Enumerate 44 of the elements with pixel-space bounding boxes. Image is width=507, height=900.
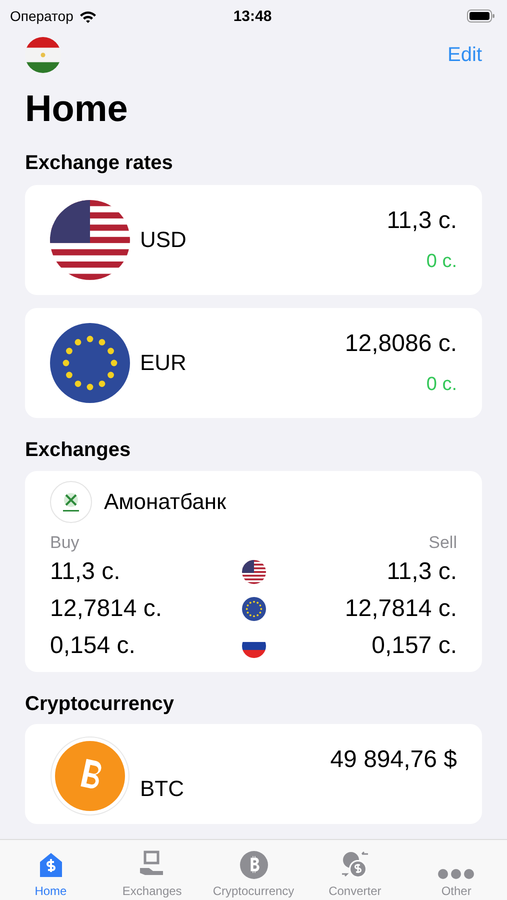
crypto-price: 49 894,76 $	[330, 746, 457, 774]
wifi-icon	[79, 10, 98, 22]
bank-card[interactable]: Амонатбанк Buy Sell 11,3 с. 11,3 с. 12,7814 с. 12,7814 с. 0,154 с. 0,157 с.	[25, 471, 482, 672]
section-title: Cryptocurrency	[25, 692, 175, 716]
rate-change: 0 с.	[426, 251, 457, 273]
crypto-card[interactable]: BTC 49 894,76 $	[25, 724, 482, 824]
buy-rate: 0,154 с.	[50, 632, 136, 660]
tab-item[interactable]: Cryptocurrency	[202, 840, 304, 900]
coin-exchange-icon	[340, 850, 370, 880]
buy-rate: 11,3 с.	[50, 558, 122, 586]
sell-rate: 12,7814 с.	[344, 594, 457, 622]
more-icon	[437, 868, 476, 880]
section-title: Exchange rates	[25, 151, 174, 175]
currency-code: EUR	[140, 350, 186, 376]
edit-button[interactable]: Edit	[448, 44, 482, 66]
sell-label: Sell	[428, 533, 457, 553]
buy-rate: 12,7814 с.	[50, 594, 164, 622]
section-title: Exchanges	[25, 438, 132, 462]
us-flag-icon	[50, 200, 130, 280]
crypto-code: BTC	[140, 776, 184, 802]
us-flag-icon	[242, 560, 266, 584]
battery-icon	[467, 9, 495, 23]
rate-value: 11,3 с.	[386, 207, 457, 235]
tajikistan-flag-icon	[25, 37, 61, 73]
rate-card[interactable]: EUR 12,8086 с. 0 с.	[25, 308, 482, 418]
rate-change: 0 с.	[426, 374, 457, 396]
bank-name: Амонатбанк	[104, 489, 226, 515]
sell-rate: 0,157 с.	[370, 632, 457, 660]
rate-card[interactable]: USD 11,3 с. 0 с.	[25, 185, 482, 295]
bank-logo-icon	[50, 481, 92, 523]
rate-value: 12,8086 с.	[344, 330, 457, 358]
page-title: Home	[25, 87, 129, 131]
sell-rate: 11,3 с.	[386, 558, 457, 586]
status-time: 13:48	[233, 8, 272, 24]
bitcoin-icon	[50, 736, 130, 816]
tab-item[interactable]: Other	[406, 840, 507, 900]
tab-item[interactable]: Exchanges	[101, 840, 203, 900]
bitcoin-icon	[238, 850, 269, 880]
eu-flag-icon	[242, 596, 266, 620]
buy-label: Buy	[50, 533, 80, 553]
currency-code: USD	[140, 227, 186, 253]
tab-item[interactable]: Home	[0, 840, 102, 900]
carrier-name: Оператор	[10, 8, 74, 24]
tab-item[interactable]: Converter	[304, 840, 406, 900]
